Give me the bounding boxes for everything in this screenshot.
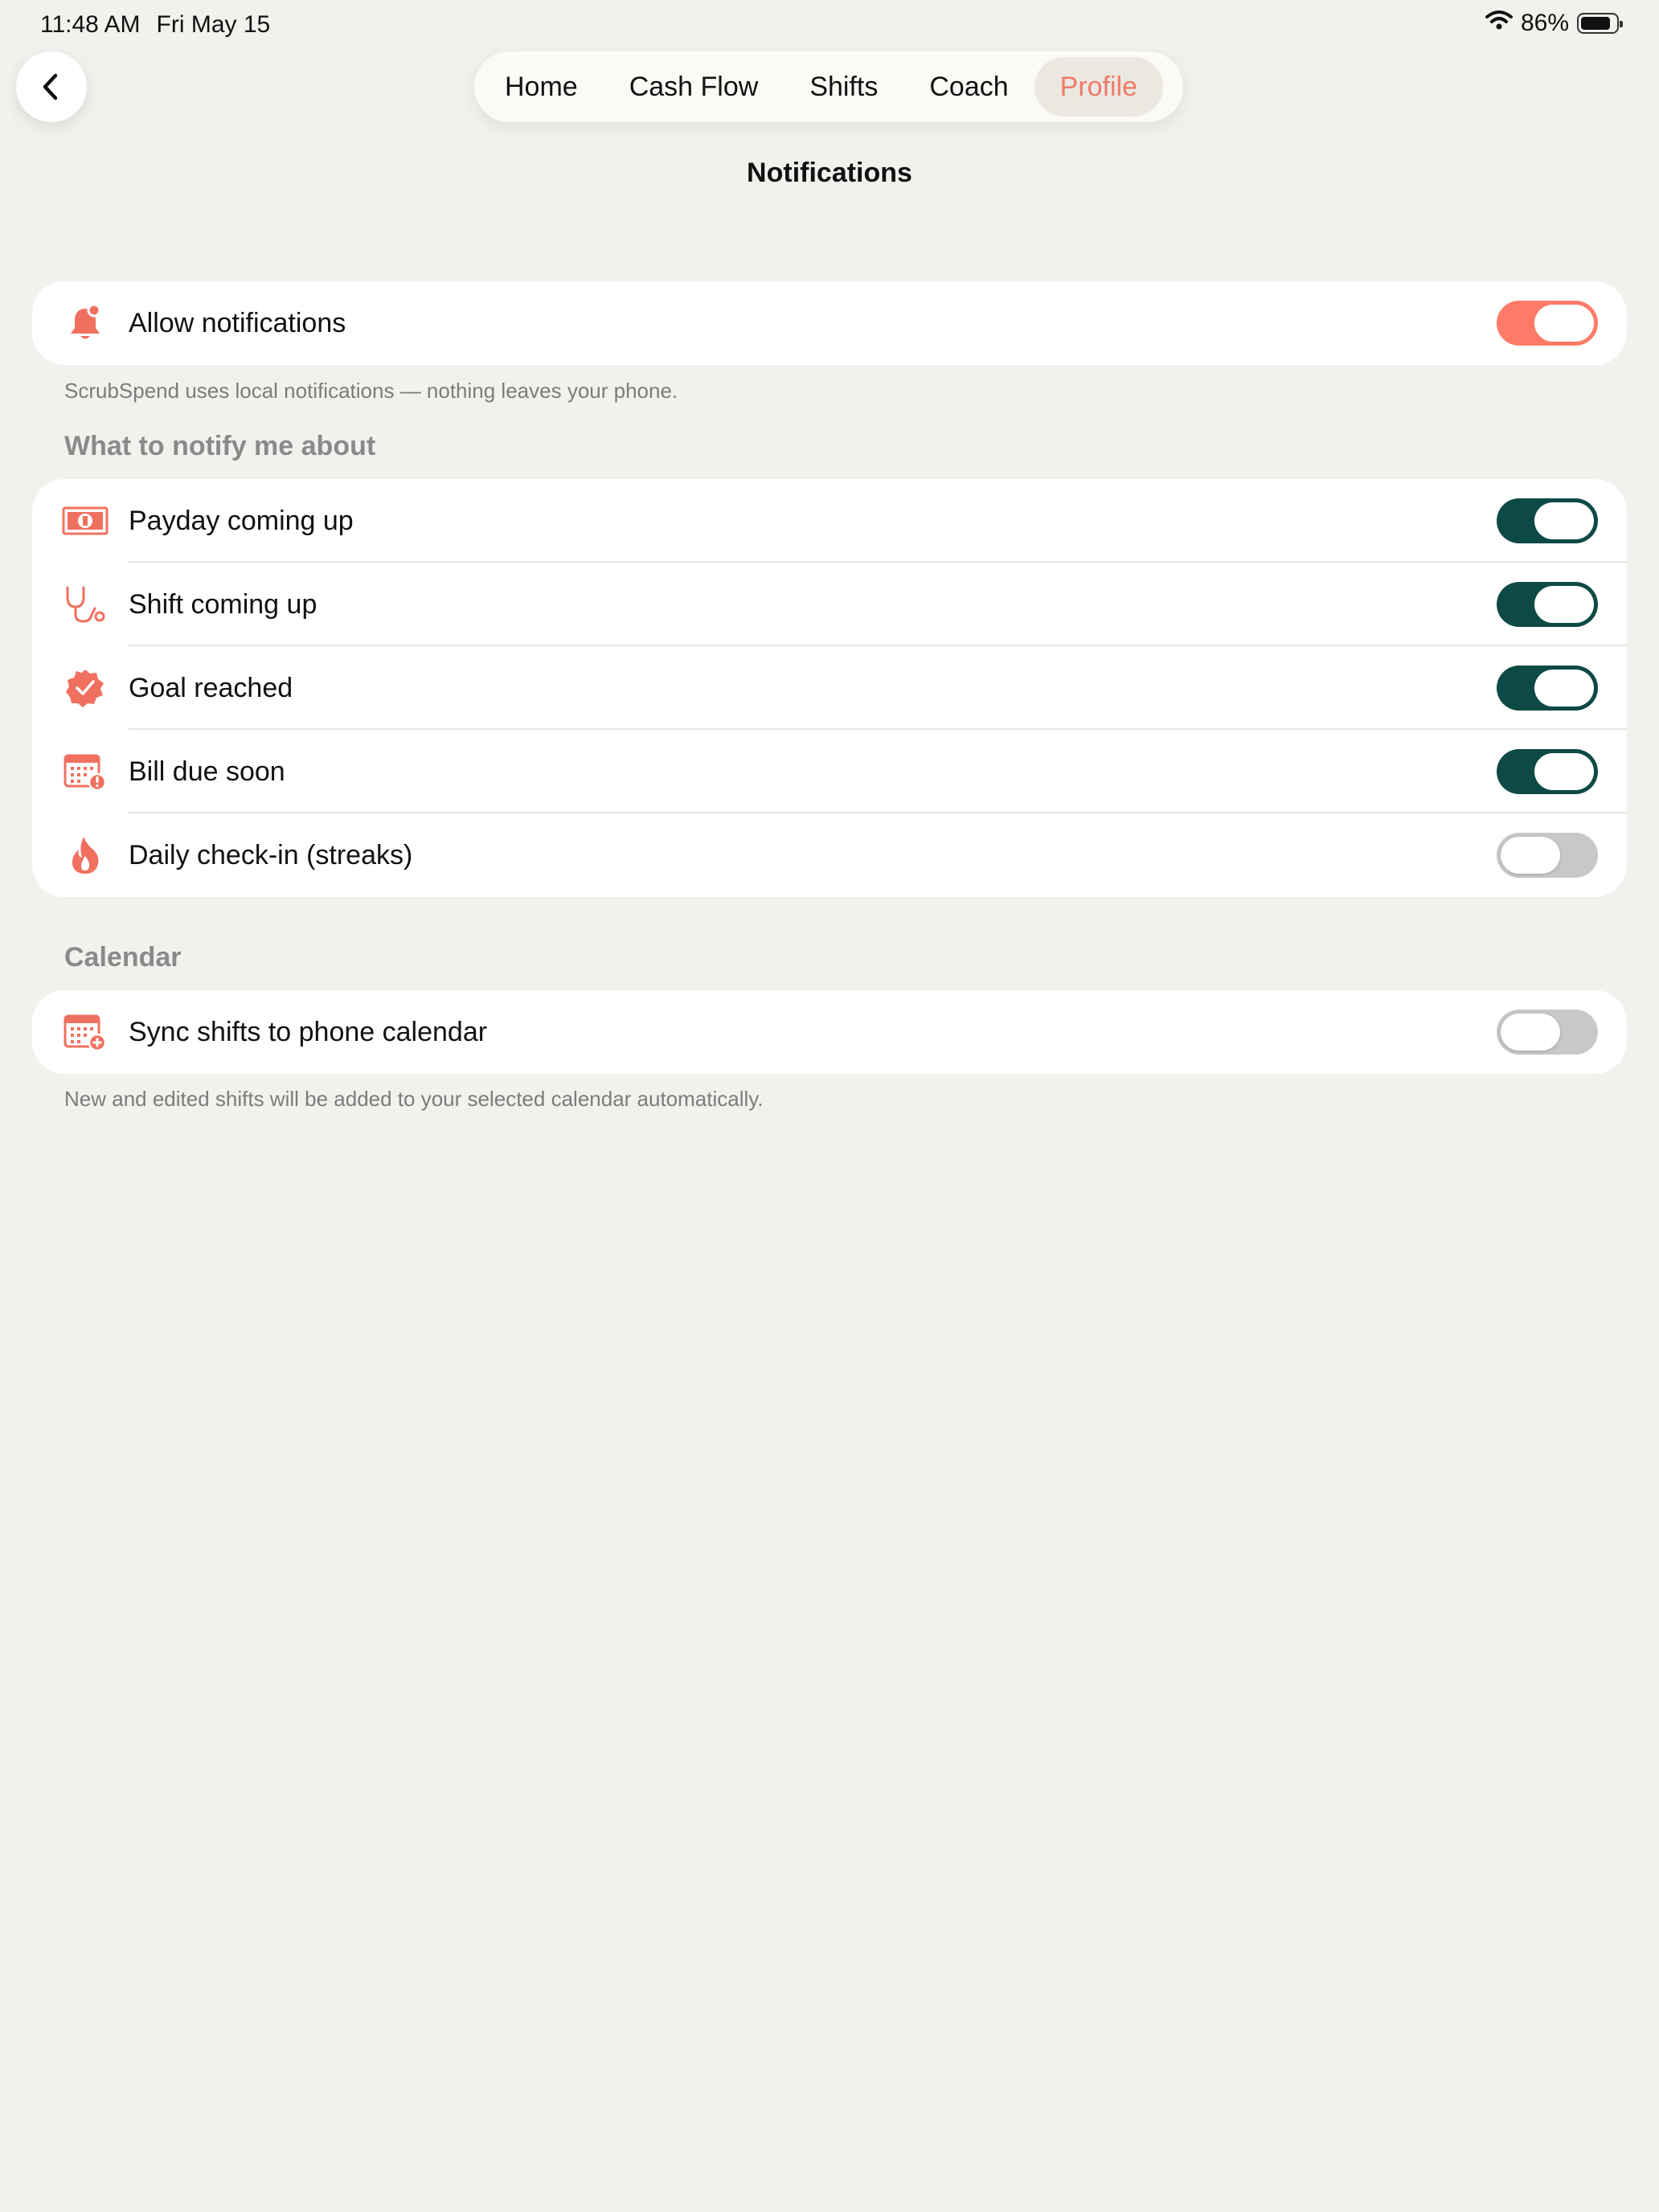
stethoscope-icon bbox=[59, 579, 111, 630]
allow-notifications-label: Allow notifications bbox=[129, 307, 346, 338]
notify-item-payday[interactable]: Payday coming up bbox=[32, 479, 1627, 563]
notify-item-label: Goal reached bbox=[129, 672, 293, 703]
battery-percent: 86% bbox=[1520, 10, 1569, 36]
tab-profile[interactable]: Profile bbox=[1034, 57, 1164, 117]
calendar-alert-icon bbox=[59, 746, 111, 797]
chevron-left-icon bbox=[43, 73, 58, 100]
checkmark-seal-icon bbox=[59, 662, 111, 714]
status-time: 11:48 AM bbox=[40, 11, 141, 38]
wifi-icon bbox=[1485, 10, 1513, 37]
streaks-toggle[interactable] bbox=[1497, 833, 1598, 878]
allow-notifications-row[interactable]: Allow notifications bbox=[32, 281, 1627, 365]
notify-section-header: What to notify me about bbox=[64, 431, 376, 461]
back-button[interactable] bbox=[16, 51, 87, 122]
shift-toggle[interactable] bbox=[1497, 582, 1598, 627]
allow-notifications-card: Allow notifications bbox=[32, 281, 1627, 365]
tab-home[interactable]: Home bbox=[479, 57, 604, 117]
notify-item-label: Payday coming up bbox=[129, 505, 354, 536]
allow-notifications-toggle[interactable] bbox=[1497, 301, 1598, 346]
notify-item-label: Bill due soon bbox=[129, 756, 285, 787]
notify-items-card: Payday coming up Shift coming up Goal re… bbox=[32, 479, 1627, 897]
notify-item-bill[interactable]: Bill due soon bbox=[32, 730, 1627, 813]
calendar-sync-toggle[interactable] bbox=[1497, 1010, 1598, 1055]
page-title: Notifications bbox=[747, 158, 912, 188]
notify-item-goal[interactable]: Goal reached bbox=[32, 646, 1627, 730]
allow-footnote: ScrubSpend uses local notifications — no… bbox=[64, 379, 678, 403]
battery-icon bbox=[1577, 13, 1623, 34]
bell-badge-icon bbox=[59, 297, 111, 349]
calendar-add-icon bbox=[59, 1006, 111, 1058]
payday-toggle[interactable] bbox=[1497, 498, 1598, 543]
tab-cash-flow[interactable]: Cash Flow bbox=[604, 57, 784, 117]
bill-toggle[interactable] bbox=[1497, 749, 1598, 794]
notify-item-label: Daily check-in (streaks) bbox=[129, 839, 413, 870]
notify-item-shift[interactable]: Shift coming up bbox=[32, 563, 1627, 646]
status-bar: 11:48 AM Fri May 15 86% bbox=[0, 0, 1659, 51]
tab-shifts[interactable]: Shifts bbox=[784, 57, 903, 117]
notify-item-streaks[interactable]: Daily check-in (streaks) bbox=[32, 813, 1627, 897]
calendar-card: Sync shifts to phone calendar bbox=[32, 990, 1627, 1074]
calendar-sync-label: Sync shifts to phone calendar bbox=[129, 1016, 488, 1047]
top-tab-bar: Home Cash Flow Shifts Coach Profile bbox=[474, 51, 1183, 122]
notify-item-label: Shift coming up bbox=[129, 588, 317, 620]
tab-coach[interactable]: Coach bbox=[903, 57, 1034, 117]
calendar-sync-row[interactable]: Sync shifts to phone calendar bbox=[32, 990, 1627, 1074]
battery-fill bbox=[1581, 17, 1611, 30]
banknote-icon bbox=[59, 495, 111, 547]
flame-icon bbox=[59, 830, 111, 881]
calendar-section-header: Calendar bbox=[64, 942, 182, 973]
calendar-footnote: New and edited shifts will be added to y… bbox=[64, 1087, 764, 1111]
goal-toggle[interactable] bbox=[1497, 666, 1598, 711]
status-date: Fri May 15 bbox=[156, 11, 271, 38]
